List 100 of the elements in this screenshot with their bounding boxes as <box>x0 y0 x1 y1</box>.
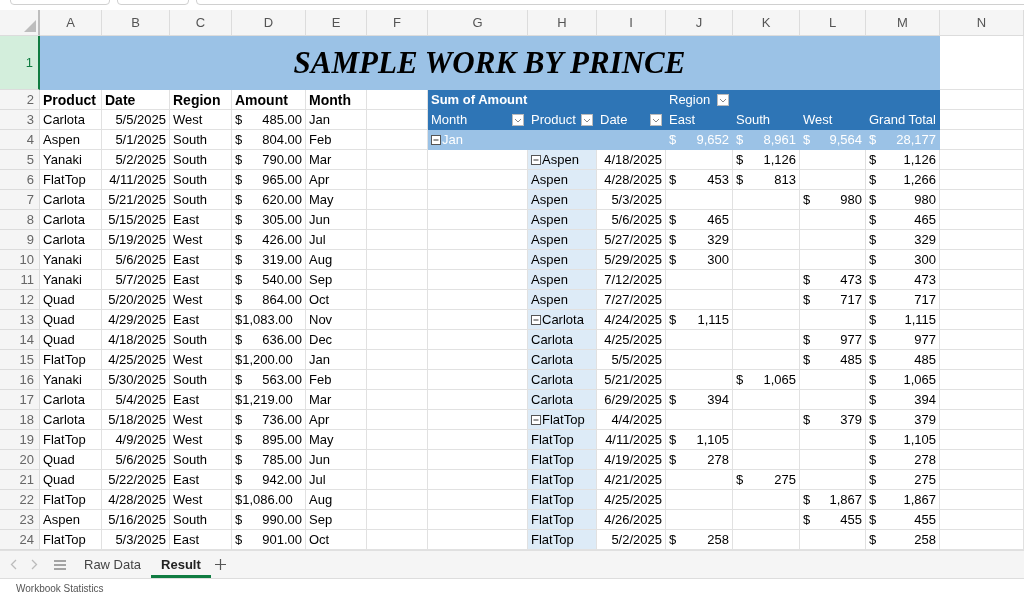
date-cell: 5/30/2025 <box>102 370 170 390</box>
row-number[interactable]: 4 <box>0 130 40 150</box>
date-cell: 5/15/2025 <box>102 210 170 230</box>
row-number[interactable]: 22 <box>0 490 40 510</box>
row-number[interactable]: 20 <box>0 450 40 470</box>
previous-sheet-icon[interactable] <box>10 559 17 570</box>
row-number[interactable]: 13 <box>0 310 40 330</box>
column-heading: Region <box>170 90 232 110</box>
amount-value: $ 300 <box>669 251 729 269</box>
table-cell: Jun <box>306 210 367 230</box>
row-number[interactable]: 3 <box>0 110 40 130</box>
column-letter[interactable]: K <box>733 10 800 36</box>
column-letter[interactable]: C <box>170 10 232 36</box>
add-sheet-icon[interactable] <box>214 559 226 570</box>
row-number[interactable]: 1 <box>0 36 40 90</box>
date-cell: 6/29/2025 <box>597 390 666 410</box>
row-number[interactable]: 6 <box>0 170 40 190</box>
filter-dropdown[interactable] <box>581 113 593 126</box>
sheet-tab[interactable]: Raw Data <box>74 551 152 578</box>
date-cell: 5/6/2025 <box>597 210 666 230</box>
collapse-icon[interactable] <box>531 154 541 165</box>
table-cell: Oct <box>306 290 367 310</box>
table-cell: Feb <box>306 370 367 390</box>
amount-value: $ 455 <box>869 511 936 529</box>
date-cell: 5/21/2025 <box>597 370 666 390</box>
table-cell: Aspen <box>40 130 102 150</box>
amount-value: $ 895.00 <box>235 431 302 449</box>
column-letter[interactable]: A <box>40 10 102 36</box>
amount-value: $1,083.00 <box>235 311 294 329</box>
amount-value: $ 1,065 <box>869 371 936 389</box>
product-label: FlatTop <box>542 412 585 427</box>
column-letter[interactable]: I <box>597 10 666 36</box>
amount-value: $1,219.00 <box>235 391 294 409</box>
table-cell: East <box>170 310 232 330</box>
row-number[interactable]: 18 <box>0 410 40 430</box>
table-cell: West <box>170 230 232 250</box>
column-heading: Product <box>40 90 102 110</box>
filter-dropdown[interactable] <box>650 113 662 126</box>
row-number[interactable]: 24 <box>0 530 40 550</box>
amount-value: $ 9,564 <box>803 131 862 149</box>
sheet-tab[interactable]: Result <box>151 551 211 578</box>
collapse-icon[interactable] <box>531 414 541 425</box>
product-cell: Carlota <box>528 390 597 410</box>
date-cell: 5/29/2025 <box>597 250 666 270</box>
column-letter[interactable]: G <box>428 10 528 36</box>
row-number[interactable]: 14 <box>0 330 40 350</box>
amount-value: $ 258 <box>669 531 729 549</box>
date-cell: 4/21/2025 <box>597 470 666 490</box>
row-number[interactable]: 10 <box>0 250 40 270</box>
table-cell: South <box>170 150 232 170</box>
column-header: East <box>666 110 733 130</box>
select-all-icon[interactable] <box>24 20 36 32</box>
row-number[interactable]: 17 <box>0 390 40 410</box>
filter-dropdown[interactable] <box>512 113 524 126</box>
row-number[interactable]: 12 <box>0 290 40 310</box>
column-letter[interactable]: H <box>528 10 597 36</box>
amount-value: $ 965.00 <box>235 171 302 189</box>
filter-dropdown[interactable] <box>717 93 729 106</box>
row-number[interactable]: 23 <box>0 510 40 530</box>
row-number[interactable]: 19 <box>0 430 40 450</box>
collapse-icon[interactable] <box>531 314 541 325</box>
amount-value: $ 980 <box>869 191 936 209</box>
date-cell: 5/22/2025 <box>102 470 170 490</box>
amount-value: $ 485.00 <box>235 111 302 129</box>
column-letter[interactable]: J <box>666 10 733 36</box>
column-letter[interactable]: L <box>800 10 866 36</box>
row-number[interactable]: 21 <box>0 470 40 490</box>
row-number[interactable]: 15 <box>0 350 40 370</box>
date-cell: 4/25/2025 <box>597 330 666 350</box>
amount-value: $ 1,065 <box>736 371 796 389</box>
amount-value: $1,086.00 <box>235 491 294 509</box>
column-letter[interactable]: B <box>102 10 170 36</box>
column-letter[interactable]: N <box>940 10 1024 36</box>
row-number[interactable]: 9 <box>0 230 40 250</box>
column-header: Grand Total <box>866 110 940 130</box>
next-sheet-icon[interactable] <box>31 559 38 570</box>
amount-value: $ 426.00 <box>235 231 302 249</box>
date-cell: 7/27/2025 <box>597 290 666 310</box>
amount-value: $ 1,105 <box>669 431 729 449</box>
column-letter[interactable]: D <box>232 10 306 36</box>
row-number[interactable]: 11 <box>0 270 40 290</box>
row-number[interactable]: 8 <box>0 210 40 230</box>
product-cell: Carlota <box>528 350 597 370</box>
date-cell: 5/18/2025 <box>102 410 170 430</box>
table-cell: West <box>170 430 232 450</box>
table-cell: West <box>170 490 232 510</box>
table-cell: Yanaki <box>40 370 102 390</box>
menu-icon[interactable] <box>54 559 66 570</box>
table-cell: East <box>170 250 232 270</box>
collapse-icon[interactable] <box>431 134 441 145</box>
row-number[interactable]: 16 <box>0 370 40 390</box>
table-cell: Carlota <box>40 190 102 210</box>
date-cell: 5/2/2025 <box>102 150 170 170</box>
column-letter[interactable]: F <box>367 10 428 36</box>
date-cell: 4/18/2025 <box>102 330 170 350</box>
column-letter[interactable]: E <box>306 10 367 36</box>
column-letter[interactable]: M <box>866 10 940 36</box>
row-number[interactable]: 7 <box>0 190 40 210</box>
row-number[interactable]: 2 <box>0 90 40 110</box>
row-number[interactable]: 5 <box>0 150 40 170</box>
